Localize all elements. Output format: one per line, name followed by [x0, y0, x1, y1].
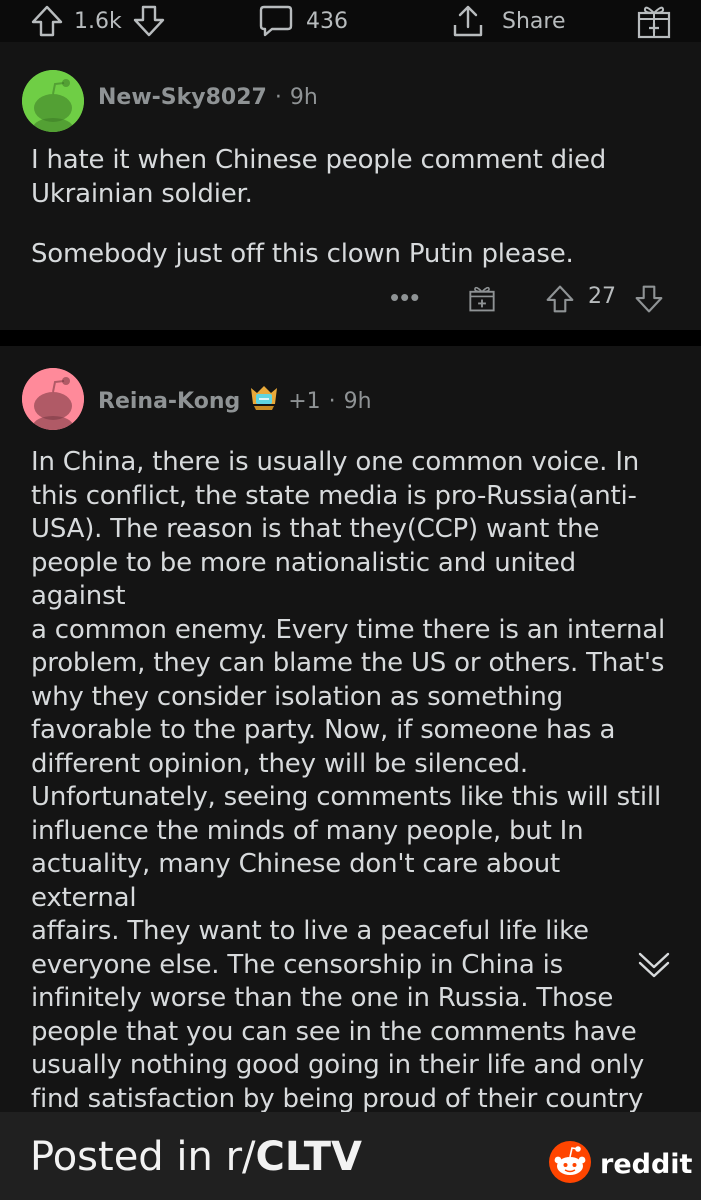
- reddit-logo: reddit: [548, 1140, 692, 1189]
- award-icon[interactable]: [468, 284, 496, 317]
- downvote-icon[interactable]: [132, 4, 166, 38]
- comment-card: New-Sky8027 · 9h I hate it when Chinese …: [0, 42, 701, 330]
- upvote-icon[interactable]: [545, 284, 575, 319]
- username[interactable]: Reina-Kong: [98, 389, 240, 414]
- more-options-button[interactable]: •••: [390, 282, 420, 313]
- meta-separator: ·: [328, 388, 336, 414]
- comment-bubble-icon: [258, 4, 294, 38]
- post-vote-group: 1.6k: [30, 0, 166, 42]
- comment-time: 9h: [289, 85, 318, 110]
- chevron-down-icon[interactable]: [636, 946, 672, 987]
- post-vote-count: 1.6k: [74, 8, 122, 34]
- comment-meta: Reina-Kong +1 · 9h: [98, 384, 372, 418]
- comment-body: I hate it when Chinese people comment di…: [31, 145, 607, 209]
- comment-body: Somebody just off this clown Putin pleas…: [31, 239, 574, 269]
- comment-count: 436: [306, 8, 348, 34]
- downvote-icon[interactable]: [634, 284, 664, 319]
- comment-time: 9h: [343, 388, 372, 414]
- meta-separator: ·: [274, 85, 282, 110]
- achievement-badge-icon: [248, 384, 280, 418]
- share-label: Share: [502, 8, 566, 34]
- share-button[interactable]: Share: [450, 0, 566, 42]
- footer-bar: Posted in r/CLTV reddit: [0, 1112, 701, 1200]
- posted-in-prefix: Posted in r/: [30, 1134, 256, 1180]
- reddit-snoo-icon: [548, 1140, 592, 1189]
- username[interactable]: New-Sky8027: [98, 85, 267, 110]
- flair-extra: +1: [288, 388, 321, 414]
- comment-body: In China, there is usually one common vo…: [31, 447, 665, 1114]
- comment-meta: New-Sky8027 · 9h: [98, 85, 318, 110]
- post-action-bar: 1.6k 436 Share: [0, 0, 701, 42]
- avatar[interactable]: [22, 70, 84, 132]
- comment-card: Reina-Kong +1 · 9h In China, there is us…: [0, 346, 701, 1116]
- posted-in-text: Posted in r/CLTV: [30, 1134, 362, 1180]
- subreddit-name[interactable]: CLTV: [256, 1134, 362, 1180]
- comments-button[interactable]: 436: [258, 0, 348, 42]
- reddit-wordmark: reddit: [600, 1149, 693, 1180]
- avatar[interactable]: [22, 368, 84, 430]
- upvote-icon[interactable]: [30, 4, 64, 38]
- comment-action-bar: ••• 27: [0, 280, 701, 320]
- award-icon: [636, 3, 672, 39]
- comment-score: 27: [588, 284, 616, 309]
- award-button[interactable]: [636, 0, 672, 42]
- share-icon: [450, 3, 486, 39]
